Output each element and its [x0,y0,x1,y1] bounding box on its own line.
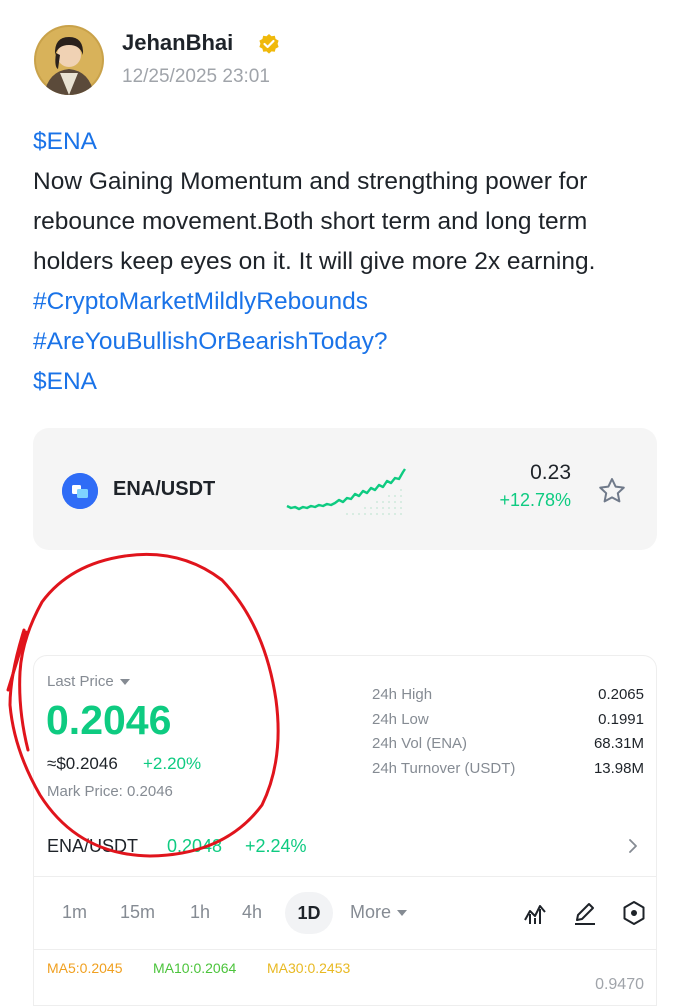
cashtag-link[interactable]: $ENA [33,122,673,162]
post-body: $ENA Now Gaining Momentum and strengthin… [33,122,673,402]
ena-coin-icon [62,473,98,509]
pair-line-price: 0.2048 [167,836,223,856]
caret-down-icon [397,910,408,917]
timeframe-more-label: More [350,902,392,922]
timeframe-4h[interactable]: 4h [242,902,262,923]
settings-hexagon-icon[interactable] [621,900,647,926]
ticker-change: +12.78% [499,490,571,510]
stat-label: 24h Vol (ENA) [372,735,468,752]
mark-price: Mark Price: 0.2046 [47,783,173,800]
ma30-label: MA30:0.2453 [267,960,350,976]
last-price-label: Last Price [47,673,114,690]
chevron-right-icon[interactable] [626,836,640,856]
price-change-percent: +2.20% [143,754,202,773]
timeframe-1d-active[interactable]: 1D [285,892,333,934]
cashtag-link[interactable]: $ENA [33,362,673,402]
pair-link[interactable]: ENA/USDT [47,836,138,857]
ma10-label: MA10:0.2064 [153,960,236,976]
hashtag-link[interactable]: #CryptoMarketMildlyRebounds [33,282,673,322]
caret-down-icon [119,679,130,686]
stat-row-high: 24h High 0.2065 [372,686,644,711]
favorite-star-icon[interactable] [597,476,627,506]
approx-usd-price: ≈$0.2046 [47,754,118,773]
draw-pen-icon[interactable] [572,900,598,926]
stats-24h: 24h High 0.2065 24h Low 0.1991 24h Vol (… [372,686,644,784]
stat-value: 0.2065 [598,686,644,703]
stat-value: 68.31M [593,735,644,752]
stat-row-volume: 24h Vol (ENA) 68.31M [372,735,644,760]
post-timestamp: 12/25/2025 23:01 [122,66,270,87]
post-text-line: rebounce movement.Both short term and lo… [33,208,588,235]
timeframe-more-dropdown[interactable]: More [350,902,408,923]
price-axis-value: 0.9470 [595,976,644,993]
timeframe-15m[interactable]: 15m [120,902,155,923]
ma30-value: MA30:0.2453 [267,960,351,976]
ticker-pair: ENA/USDT [113,478,216,500]
ticker-price: 0.23 [530,461,571,484]
post-text-line: Now Gaining Momentum and strengthing pow… [33,168,588,195]
stat-label: 24h High [372,686,433,703]
ma5-value: MA5:0.2045 [47,960,123,976]
stat-value: 0.1991 [598,710,644,728]
sparkline-chart [285,464,407,518]
ticker-card[interactable]: ENA/USDT 0.23 +12.78% [33,428,657,550]
author-avatar[interactable] [34,25,104,95]
last-price-dropdown[interactable]: Last Price [47,673,130,690]
stat-row-low: 24h Low 0.1991 [372,711,644,736]
indicator-chart-icon[interactable] [522,900,548,926]
hashtag-link[interactable]: #AreYouBullishOrBearishToday? [33,322,673,362]
post-text-line: holders keep eyes on it. It will give mo… [33,248,596,275]
pair-line-change: +2.24% [245,836,307,856]
timeframe-1h[interactable]: 1h [190,902,210,923]
stat-value: 13.98M [593,759,644,777]
ma10-value: MA10:0.2064 [153,960,237,976]
ma5-label: MA5:0.2045 [47,960,123,976]
verified-badge-icon [258,33,280,55]
author-name[interactable]: JehanBhai [122,30,233,56]
last-price-value: 0.2046 [46,697,172,743]
stat-label: 24h Low [372,710,429,728]
stat-row-turnover: 24h Turnover (USDT) 13.98M [372,760,644,785]
timeframe-1m[interactable]: 1m [62,902,87,923]
stat-label: 24h Turnover (USDT) [372,759,516,777]
